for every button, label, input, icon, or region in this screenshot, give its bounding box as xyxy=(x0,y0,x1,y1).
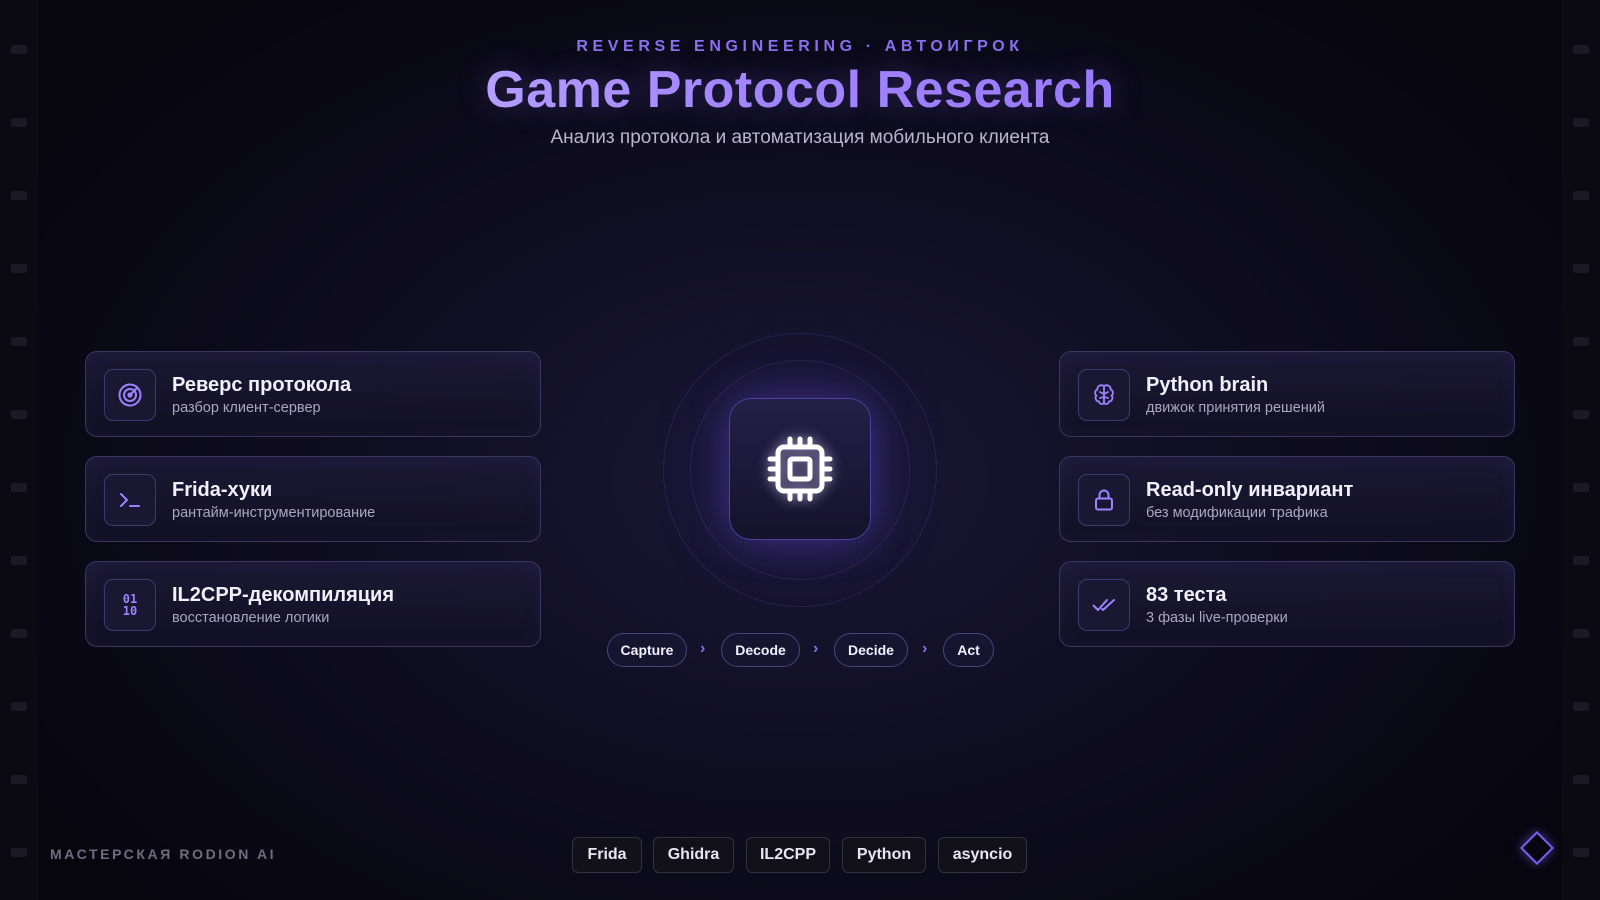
pipeline-step-decode: Decode xyxy=(721,633,800,667)
double-check-icon xyxy=(1078,579,1130,631)
film-hole xyxy=(11,775,27,784)
brand-label: МАСТЕРСКАЯ RODION AI xyxy=(50,846,277,862)
pipeline: Capture › Decode › Decide › Act xyxy=(0,633,1600,667)
page-title: Game Protocol Research xyxy=(0,60,1600,120)
film-hole xyxy=(11,337,27,346)
film-hole xyxy=(11,483,27,492)
cpu-chip-icon xyxy=(767,436,833,502)
film-hole xyxy=(1573,483,1589,492)
feature-card-protocol-reverse: Реверс протокола разбор клиент-сервер xyxy=(85,351,541,437)
film-hole xyxy=(1573,191,1589,200)
tech-tag-python: Python xyxy=(842,837,926,873)
film-hole xyxy=(11,191,27,200)
film-hole xyxy=(11,264,27,273)
card-title: Реверс протокола xyxy=(172,374,352,396)
film-hole xyxy=(1573,702,1589,711)
feature-card-read-only: Read-only инвариант без модификации траф… xyxy=(1059,456,1515,542)
card-title: IL2CPP-декомпиляция xyxy=(172,584,395,606)
terminal-icon xyxy=(104,474,156,526)
feature-card-frida-hooks: Frida-хуки рантайм-инструментирование xyxy=(85,456,541,542)
card-title: Frida-хуки xyxy=(172,479,273,501)
film-hole xyxy=(11,410,27,419)
tech-tag-ghidra: Ghidra xyxy=(653,837,734,873)
card-title: 83 теста xyxy=(1146,584,1227,606)
pipeline-step-act: Act xyxy=(943,633,994,667)
card-subtitle: без модификации трафика xyxy=(1146,505,1328,521)
tech-tag-asyncio: asyncio xyxy=(938,837,1027,873)
card-subtitle: разбор клиент-сервер xyxy=(172,400,321,416)
card-subtitle: рантайм-инструментирование xyxy=(172,505,376,521)
film-hole xyxy=(1573,848,1589,857)
brain-icon xyxy=(1078,369,1130,421)
header-kicker: REVERSE ENGINEERING · АВТОИГРОК xyxy=(576,38,1024,55)
binary-icon-bottom: 10 xyxy=(122,604,138,618)
pipeline-step-decide: Decide xyxy=(834,633,908,667)
tech-tag-frida: Frida xyxy=(572,837,642,873)
card-subtitle: 3 фазы live-проверки xyxy=(1146,610,1288,626)
film-hole xyxy=(1573,775,1589,784)
film-hole xyxy=(11,702,27,711)
card-title: Python brain xyxy=(1146,374,1269,396)
card-subtitle: движок принятия решений xyxy=(1146,400,1325,416)
page-subtitle: Анализ протокола и автоматизация мобильн… xyxy=(550,127,1050,148)
film-hole xyxy=(11,556,27,565)
chevron-right-icon: › xyxy=(813,640,819,657)
film-hole xyxy=(1573,556,1589,565)
film-hole xyxy=(1573,410,1589,419)
film-hole xyxy=(11,848,27,857)
pipeline-step-capture: Capture xyxy=(607,633,687,667)
feature-card-python-brain: Python brain движок принятия решений xyxy=(1059,351,1515,437)
card-subtitle: восстановление логики xyxy=(172,610,330,626)
lock-icon xyxy=(1078,474,1130,526)
binary-icon: 01 10 xyxy=(104,579,156,631)
film-hole xyxy=(1573,337,1589,346)
tech-tag-il2cpp: IL2CPP xyxy=(746,837,830,873)
film-hole xyxy=(1573,264,1589,273)
card-title: Read-only инвариант xyxy=(1146,479,1354,501)
chevron-right-icon: › xyxy=(922,640,928,657)
radar-icon xyxy=(104,369,156,421)
chevron-right-icon: › xyxy=(700,640,706,657)
center-emblem xyxy=(729,398,871,540)
diamond-icon xyxy=(1520,831,1554,865)
